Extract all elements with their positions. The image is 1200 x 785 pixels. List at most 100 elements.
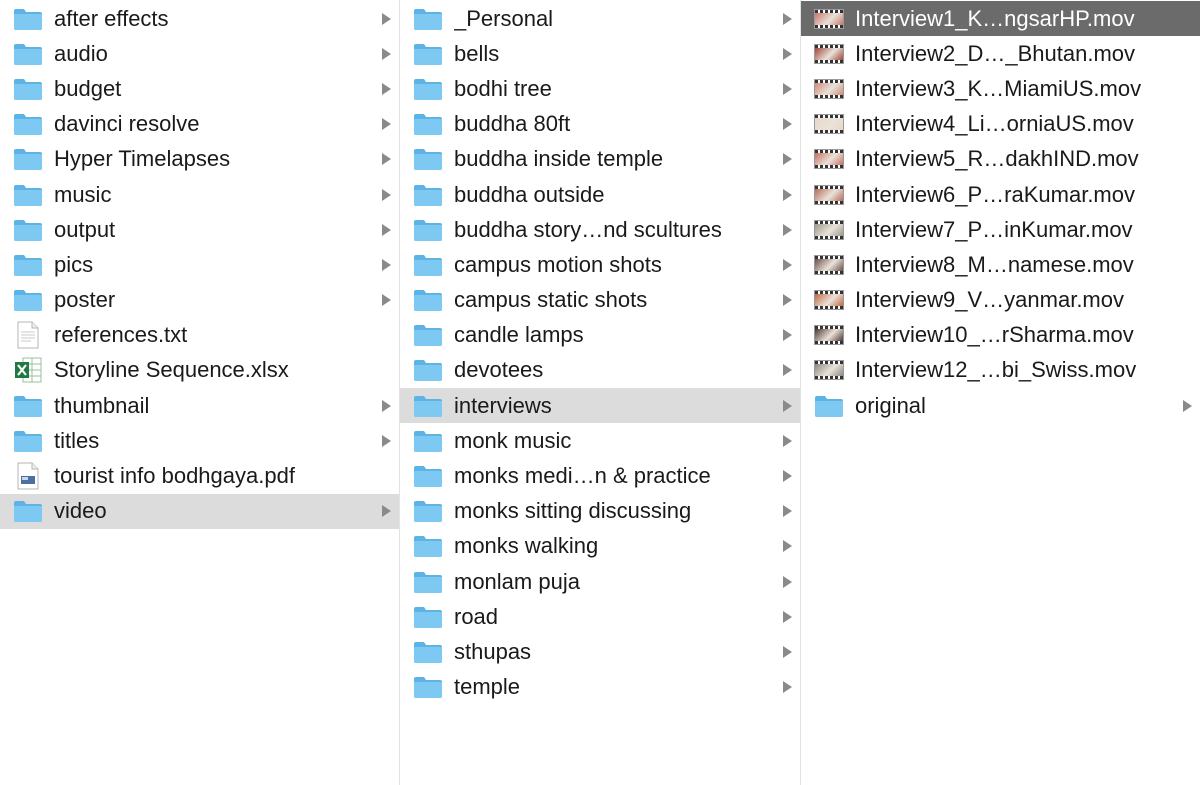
list-item[interactable]: Interview10_…rSharma.mov (801, 318, 1200, 353)
chevron-right-icon (382, 82, 391, 95)
list-item[interactable]: pics (0, 247, 399, 282)
folder-icon (412, 6, 444, 32)
list-item-label: Interview10_…rSharma.mov (855, 322, 1134, 348)
chevron-right-icon (783, 364, 792, 377)
list-item[interactable]: Interview9_V…yanmar.mov (801, 283, 1200, 318)
chevron-right-icon (783, 645, 792, 658)
list-item-label: budget (54, 75, 122, 101)
list-item[interactable]: Interview1_K…ngsarHP.mov (801, 1, 1200, 37)
folder-icon (412, 428, 444, 454)
video-thumbnail-icon (813, 76, 845, 102)
list-item[interactable]: titles (0, 423, 399, 458)
chevron-right-icon (783, 82, 792, 95)
list-item[interactable]: campus motion shots (400, 247, 800, 282)
chevron-right-icon (783, 258, 792, 271)
list-item[interactable]: buddha inside temple (400, 142, 800, 177)
list-item[interactable]: monks sitting discussing (400, 494, 800, 529)
chevron-right-icon (783, 681, 792, 694)
chevron-right-icon (783, 223, 792, 236)
list-item[interactable]: buddha 80ft (400, 107, 800, 142)
list-item[interactable]: monlam puja (400, 564, 800, 599)
chevron-right-icon (1183, 399, 1192, 412)
list-item[interactable]: poster (0, 283, 399, 318)
list-item-label: monk music (454, 427, 572, 453)
pdf-file-icon (12, 462, 44, 490)
list-item[interactable]: davinci resolve (0, 107, 399, 142)
list-item[interactable]: tourist info bodhgaya.pdf (0, 458, 399, 493)
list-item[interactable]: buddha outside (400, 177, 800, 212)
list-item[interactable]: thumbnail (0, 388, 399, 423)
folder-icon (412, 498, 444, 524)
folder-icon (12, 393, 44, 419)
list-item[interactable]: monks walking (400, 529, 800, 564)
chevron-right-icon (783, 294, 792, 307)
video-thumbnail-icon (813, 111, 845, 137)
list-item[interactable]: buddha story…nd scultures (400, 212, 800, 247)
list-item[interactable]: Interview12_…bi_Swiss.mov (801, 353, 1200, 388)
chevron-right-icon (783, 470, 792, 483)
list-item[interactable]: video (0, 493, 399, 529)
folder-icon (12, 252, 44, 278)
folder-icon (412, 217, 444, 243)
list-item[interactable]: Interview6_P…raKumar.mov (801, 177, 1200, 212)
folder-icon (412, 357, 444, 383)
chevron-right-icon (783, 434, 792, 447)
folder-icon (412, 569, 444, 595)
folder-icon (412, 393, 444, 419)
folder-icon (412, 533, 444, 559)
folder-icon (412, 463, 444, 489)
list-item[interactable]: bells (400, 36, 800, 71)
list-item[interactable]: interviews (400, 388, 800, 424)
list-item[interactable]: monks medi…n & practice (400, 458, 800, 493)
list-item[interactable]: Interview8_M…namese.mov (801, 247, 1200, 282)
folder-icon (412, 182, 444, 208)
list-item[interactable]: candle lamps (400, 318, 800, 353)
list-item[interactable]: Interview3_K…MiamiUS.mov (801, 71, 1200, 106)
chevron-right-icon (783, 153, 792, 166)
list-item[interactable]: Interview4_Li…orniaUS.mov (801, 107, 1200, 142)
chevron-right-icon (382, 294, 391, 307)
list-item-label: music (54, 181, 112, 207)
list-item-label: monks walking (454, 533, 599, 559)
chevron-right-icon (783, 118, 792, 131)
list-item[interactable]: Interview7_P…inKumar.mov (801, 212, 1200, 247)
list-item-label: Interview1_K…ngsarHP.mov (855, 5, 1135, 31)
list-item-label: Storyline Sequence.xlsx (54, 357, 289, 383)
list-item-label: campus motion shots (454, 251, 662, 277)
list-item[interactable]: output (0, 212, 399, 247)
list-item[interactable]: _Personal (400, 1, 800, 36)
list-item-label: candle lamps (454, 322, 584, 348)
folder-icon (813, 393, 845, 419)
video-thumbnail-icon (813, 322, 845, 348)
list-item[interactable]: Hyper Timelapses (0, 142, 399, 177)
list-item-label: monks sitting discussing (454, 498, 692, 524)
list-item[interactable]: original (801, 388, 1200, 423)
list-item[interactable]: monk music (400, 423, 800, 458)
list-item-label: monks medi…n & practice (454, 463, 711, 489)
chevron-right-icon (783, 47, 792, 60)
list-item[interactable]: sthupas (400, 634, 800, 669)
video-thumbnail-icon (813, 217, 845, 243)
list-item[interactable]: after effects (0, 1, 399, 36)
list-item[interactable]: budget (0, 71, 399, 106)
list-item[interactable]: audio (0, 36, 399, 71)
list-item[interactable]: references.txt (0, 318, 399, 353)
list-item[interactable]: bodhi tree (400, 71, 800, 106)
list-item[interactable]: Interview2_D…_Bhutan.mov (801, 36, 1200, 71)
list-item[interactable]: campus static shots (400, 283, 800, 318)
list-item-label: titles (54, 427, 100, 453)
chevron-right-icon (783, 329, 792, 342)
list-item-label: Interview8_M…namese.mov (855, 251, 1134, 277)
list-item-label: bells (454, 40, 500, 66)
list-item-label: buddha story…nd scultures (454, 216, 722, 242)
video-thumbnail-icon (813, 287, 845, 313)
list-item[interactable]: temple (400, 670, 800, 705)
list-item[interactable]: Interview5_R…dakhIND.mov (801, 142, 1200, 177)
list-item-label: bodhi tree (454, 75, 552, 101)
folder-icon (12, 76, 44, 102)
list-item-label: after effects (54, 5, 169, 31)
list-item[interactable]: devotees (400, 353, 800, 388)
list-item[interactable]: road (400, 599, 800, 634)
list-item[interactable]: Storyline Sequence.xlsx (0, 353, 399, 388)
list-item[interactable]: music (0, 177, 399, 212)
